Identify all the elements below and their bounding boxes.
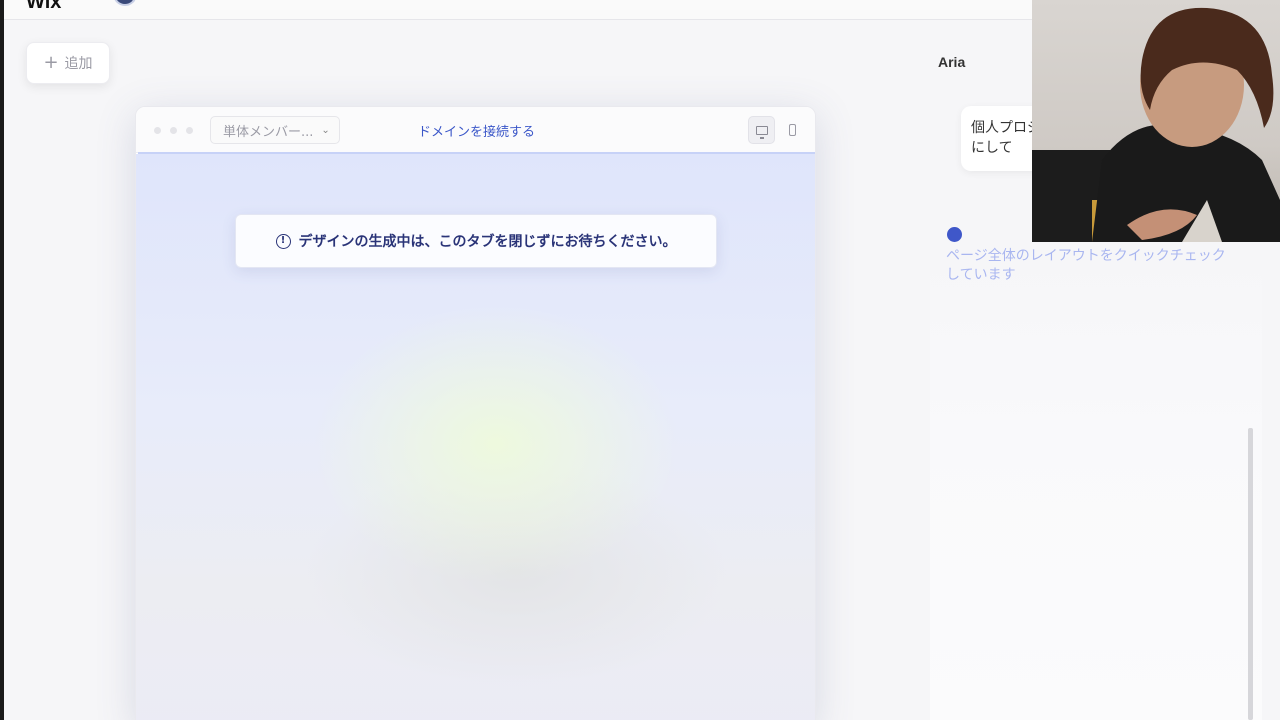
webcam-person-image <box>1032 7 1280 242</box>
mobile-icon <box>789 124 797 136</box>
window-dots <box>154 127 193 134</box>
chevron-down-icon: ⌄ <box>321 124 330 136</box>
wix-logo[interactable]: Wix <box>26 0 61 14</box>
add-button[interactable]: + 追加 <box>26 42 110 84</box>
chat-message-text: 個人プロジにして <box>971 120 1041 156</box>
desktop-view-button[interactable] <box>748 116 776 144</box>
window-dot <box>170 127 177 134</box>
webcam-overlay <box>1032 0 1280 242</box>
alert-circle-icon: ! <box>275 233 291 249</box>
preview-toolbar: 単体メンバー... ⌄ ドメインを接続する <box>136 107 815 153</box>
window-dot <box>154 127 161 134</box>
generating-canvas: ! デザインの生成中は、このタブを閉じずにお待ちください。 <box>136 154 815 720</box>
member-plan-select-value: 単体メンバー... <box>223 124 314 140</box>
member-plan-select[interactable]: 単体メンバー... ⌄ <box>210 116 340 144</box>
generation-notice-text: デザインの生成中は、このタブを閉じずにお待ちください。 <box>298 234 677 250</box>
status-message: ページ全体のレイアウトをクイックチェックしています <box>946 248 1226 283</box>
site-preview-window: 単体メンバー... ⌄ ドメインを接続する ! デザインの生成中は、このタブを閉… <box>135 106 816 720</box>
mobile-view-button[interactable] <box>779 116 806 144</box>
status-indicator-dot <box>947 227 962 242</box>
chat-panel-background <box>930 240 1262 720</box>
connect-domain-link[interactable]: ドメインを接続する <box>418 121 535 140</box>
avatar[interactable] <box>113 0 137 6</box>
window-edge <box>0 0 4 720</box>
assistant-name: Aria <box>938 54 966 70</box>
chat-scrollbar[interactable] <box>1248 428 1253 720</box>
plus-icon: + <box>43 52 59 73</box>
desktop-icon <box>755 125 768 139</box>
add-button-label: 追加 <box>64 56 93 72</box>
device-toggle <box>748 116 806 146</box>
generation-notice: ! デザインの生成中は、このタブを閉じずにお待ちください。 <box>235 214 717 268</box>
window-dot <box>186 127 193 134</box>
